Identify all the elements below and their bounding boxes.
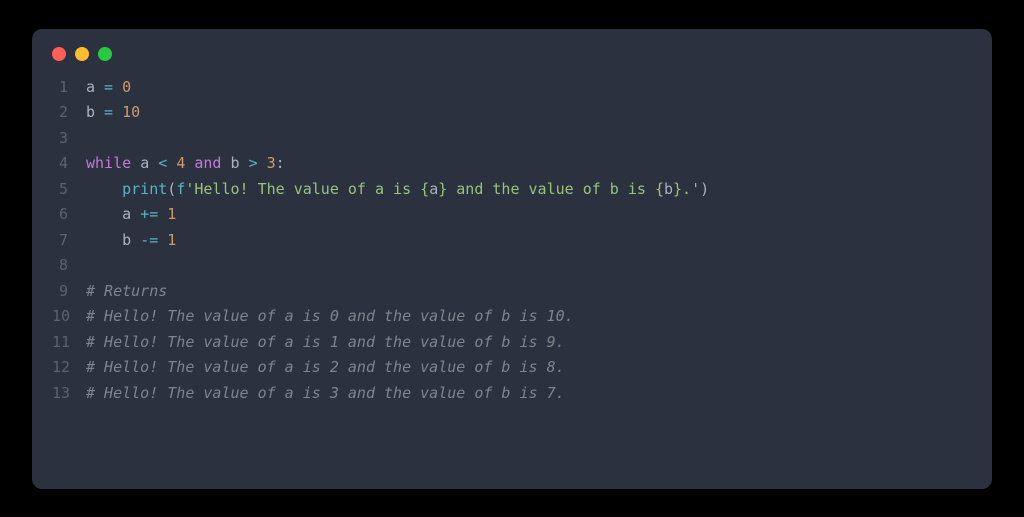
line-number: 6: [52, 202, 86, 228]
code-content: # Hello! The value of a is 3 and the val…: [86, 381, 565, 407]
code-line: 13 # Hello! The value of a is 3 and the …: [52, 381, 972, 407]
minimize-icon[interactable]: [75, 47, 89, 61]
code-content: # Hello! The value of a is 1 and the val…: [86, 330, 565, 356]
line-number: 4: [52, 151, 86, 177]
code-content: while a < 4 and b > 3:: [86, 151, 285, 177]
code-content: [86, 253, 95, 279]
line-number: 8: [52, 253, 86, 279]
code-line: 12 # Hello! The value of a is 2 and the …: [52, 355, 972, 381]
code-content: # Hello! The value of a is 2 and the val…: [86, 355, 565, 381]
code-window: 1 a = 0 2 b = 10 3 4 while a < 4 and b >…: [32, 29, 992, 489]
code-content: a += 1: [86, 202, 176, 228]
code-line: 1 a = 0: [52, 75, 972, 101]
line-number: 1: [52, 75, 86, 101]
line-number: 7: [52, 228, 86, 254]
code-content: a = 0: [86, 75, 131, 101]
code-line: 2 b = 10: [52, 100, 972, 126]
code-line: 9 # Returns: [52, 279, 972, 305]
zoom-icon[interactable]: [98, 47, 112, 61]
code-editor: 1 a = 0 2 b = 10 3 4 while a < 4 and b >…: [32, 61, 992, 427]
line-number: 5: [52, 177, 86, 203]
window-titlebar: [32, 29, 992, 61]
code-content: b -= 1: [86, 228, 176, 254]
code-content: b = 10: [86, 100, 140, 126]
line-number: 9: [52, 279, 86, 305]
line-number: 12: [52, 355, 86, 381]
line-number: 2: [52, 100, 86, 126]
code-line: 10 # Hello! The value of a is 0 and the …: [52, 304, 972, 330]
code-line: 5 print(f'Hello! The value of a is {a} a…: [52, 177, 972, 203]
code-line: 3: [52, 126, 972, 152]
code-content: # Hello! The value of a is 0 and the val…: [86, 304, 574, 330]
code-line: 6 a += 1: [52, 202, 972, 228]
code-line: 4 while a < 4 and b > 3:: [52, 151, 972, 177]
code-line: 7 b -= 1: [52, 228, 972, 254]
line-number: 11: [52, 330, 86, 356]
code-content: print(f'Hello! The value of a is {a} and…: [86, 177, 709, 203]
close-icon[interactable]: [52, 47, 66, 61]
code-line: 8: [52, 253, 972, 279]
line-number: 10: [52, 304, 86, 330]
code-line: 11 # Hello! The value of a is 1 and the …: [52, 330, 972, 356]
line-number: 3: [52, 126, 86, 152]
code-content: # Returns: [86, 279, 167, 305]
line-number: 13: [52, 381, 86, 407]
code-content: [86, 126, 95, 152]
